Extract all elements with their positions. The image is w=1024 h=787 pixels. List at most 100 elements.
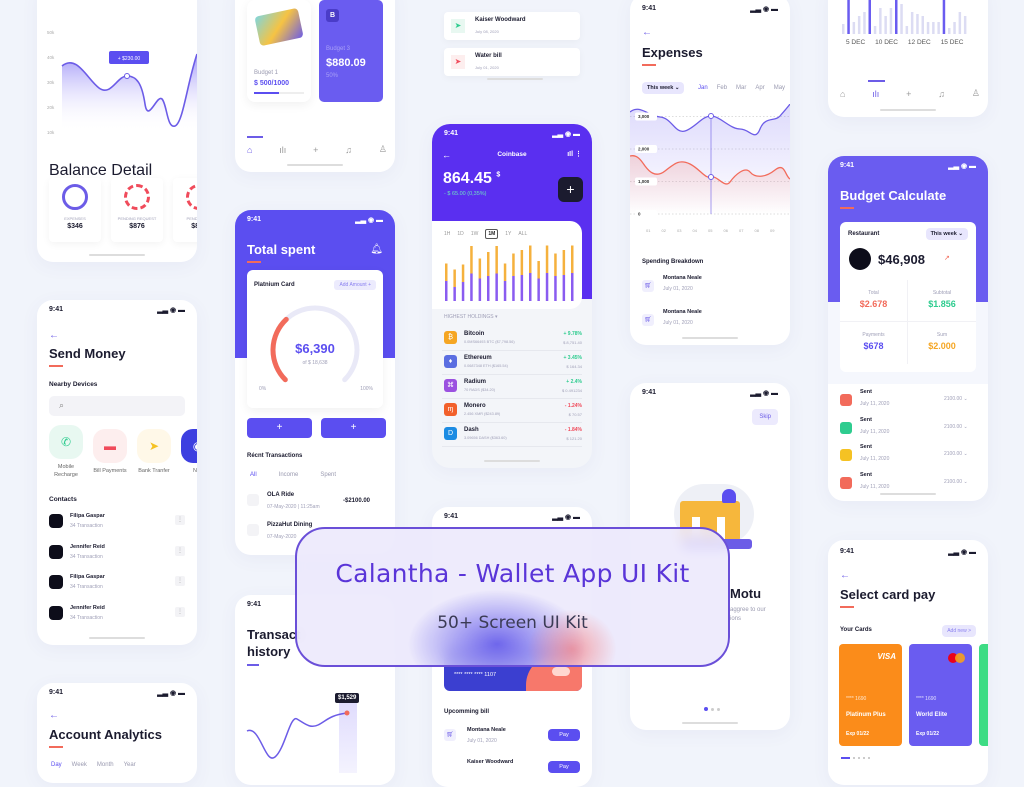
expenses-screen: 9:41 ▂▃ ◉ ▬ ← Expenses This week ⌄ Jan Feb… bbox=[630, 0, 790, 345]
cursor-point[interactable] bbox=[708, 113, 714, 119]
back-arrow-icon[interactable]: ← bbox=[642, 27, 652, 38]
budget-1-card[interactable]: Budget 1 $ 500/1000 bbox=[247, 0, 311, 102]
bill-row[interactable]: ➤ Water bill July 01, 2020 bbox=[444, 48, 580, 76]
more-icon[interactable]: ⋮ bbox=[175, 545, 185, 556]
month-tab[interactable]: May bbox=[774, 85, 785, 91]
tab-spent[interactable]: Spent bbox=[320, 472, 336, 478]
selected-point[interactable] bbox=[124, 73, 130, 79]
sent-icon bbox=[840, 421, 852, 434]
tab-week[interactable]: Week bbox=[72, 762, 87, 768]
holding-row[interactable]: ♦ Ethereum 0.0687348 ETH ($165.54) + 3.45% $… bbox=[442, 351, 582, 375]
add-new-card-button[interactable]: Add new > bbox=[942, 625, 976, 637]
month-tab[interactable]: Mar bbox=[736, 85, 746, 91]
add-amount-button[interactable]: Add Amount + bbox=[334, 280, 376, 290]
range-1h[interactable]: 1H bbox=[444, 231, 450, 237]
nearby-devices-label: Nearby Devices bbox=[49, 381, 98, 388]
range-1w[interactable]: 1W bbox=[471, 231, 479, 237]
back-arrow-icon[interactable]: ← bbox=[840, 570, 850, 581]
month-tab[interactable]: Apr bbox=[755, 85, 764, 91]
more-icon[interactable]: ⋮ bbox=[575, 151, 582, 158]
payment-card[interactable]: **** 1690 World Elite Exp 01/22 bbox=[909, 644, 972, 746]
breakdown-row[interactable]: 🛒︎ Montana Neale July 01, 2020 bbox=[642, 274, 778, 308]
tab-all[interactable]: All bbox=[250, 472, 257, 478]
add-button[interactable]: + bbox=[247, 418, 312, 438]
contact-row[interactable]: Filipa Gaspar 34 Transaction ⋮ bbox=[49, 512, 185, 543]
pay-button[interactable]: Pay bbox=[548, 761, 580, 773]
contact-row[interactable]: Filipa Gaspar 34 Transaction ⋮ bbox=[49, 573, 185, 604]
chart-icon[interactable]: ıIl bbox=[567, 151, 573, 158]
day-bar bbox=[953, 22, 956, 34]
status-time: 9:41 bbox=[444, 513, 459, 520]
profile-nav-icon[interactable]: ♙ bbox=[379, 144, 387, 155]
tab-day[interactable]: Day bbox=[51, 762, 62, 768]
bill-row[interactable]: ➤ Kaiser Woodward July 08, 2020 bbox=[444, 12, 580, 40]
sent-row[interactable]: Sent July 11, 2020 2100.00 ⌄ bbox=[840, 416, 980, 444]
back-arrow-icon[interactable]: ← bbox=[49, 330, 59, 341]
day-bar bbox=[910, 12, 914, 34]
balance-card[interactable]: EXPENSES $346 bbox=[49, 178, 101, 242]
more-icon[interactable]: ⋮ bbox=[175, 606, 185, 617]
back-arrow-icon[interactable]: ← bbox=[49, 710, 59, 721]
card-name: Platinum Plus bbox=[846, 712, 886, 718]
profile-nav-icon[interactable]: ♙ bbox=[972, 88, 980, 99]
skip-button[interactable]: Skip bbox=[752, 409, 778, 425]
day-bar bbox=[900, 4, 903, 34]
payment-card[interactable] bbox=[979, 644, 988, 746]
balance-card[interactable]: PENDING RE $876 bbox=[173, 178, 197, 242]
month-tab[interactable]: Feb bbox=[717, 85, 727, 91]
tab-income[interactable]: Income bbox=[279, 472, 299, 478]
range-1m[interactable]: 1M bbox=[485, 229, 499, 239]
bell-nav-icon[interactable]: ♫ bbox=[345, 145, 352, 155]
range-1y[interactable]: 1Y bbox=[505, 231, 511, 237]
more-icon[interactable]: ⋮ bbox=[175, 515, 185, 525]
add-nav-icon[interactable]: + bbox=[906, 89, 911, 99]
search-input[interactable]: ⌕ bbox=[49, 396, 185, 416]
period-dropdown[interactable]: This week ⌄ bbox=[642, 82, 685, 94]
cursor-point[interactable] bbox=[708, 174, 714, 180]
period-dropdown[interactable]: This week ⌄ bbox=[925, 228, 968, 240]
bell-nav-icon[interactable]: ♫ bbox=[938, 89, 945, 99]
action-nearby[interactable]: ◉ Nea bbox=[181, 429, 197, 475]
your-cards-label: Your Cards bbox=[840, 627, 872, 633]
holding-name: Monero bbox=[464, 403, 486, 409]
month-tab[interactable]: Jan bbox=[698, 85, 708, 91]
contact-row[interactable]: Jennifer Reid 34 Transaction ⋮ bbox=[49, 543, 185, 574]
bell-icon[interactable]: 🔔︎ bbox=[370, 244, 383, 255]
bar-upper bbox=[520, 250, 524, 275]
add-nav-icon[interactable]: + bbox=[313, 145, 318, 155]
action-phone[interactable]: ✆ Mobile Recharge bbox=[49, 425, 83, 479]
balance-card[interactable]: PENDING REQUEST $876 bbox=[111, 178, 163, 242]
range-all[interactable]: ALL bbox=[518, 231, 527, 237]
holdings-title[interactable]: HIGHEST HOLDINGS ▾ bbox=[444, 314, 498, 320]
holding-row[interactable]: ⌘ Radium 70 RADS ($34.20) + 2.4% $ 0.491234 bbox=[442, 375, 582, 399]
stats-nav-icon[interactable]: ılı bbox=[872, 89, 879, 99]
tab-year[interactable]: Year bbox=[124, 762, 136, 768]
budget-label: Budget 3 bbox=[326, 46, 351, 52]
bill-name: Montana Neale bbox=[467, 727, 506, 733]
budget-value: $ 500/1000 bbox=[254, 80, 290, 87]
holding-row[interactable]: ₿ Bitcoin 0.0MS66493 BTC ($7,798.56) + 9.78… bbox=[442, 327, 582, 351]
pay-button[interactable]: Pay bbox=[548, 729, 580, 741]
budget-percent: 50% bbox=[326, 73, 339, 79]
budget-3-card[interactable]: B Budget 3 $880.09 50% bbox=[319, 0, 383, 102]
action-bill[interactable]: ▬ Bill Payments bbox=[93, 429, 127, 475]
more-icon[interactable]: ⋮ bbox=[175, 576, 185, 586]
contact-row[interactable]: Jennifer Reid 34 Transaction ⋮ bbox=[49, 604, 185, 635]
holding-row[interactable]: D Dash 3.09656 DASH ($363.60) - 1.84% $ 121.… bbox=[442, 423, 582, 447]
page-dots[interactable] bbox=[704, 707, 720, 711]
add-button[interactable]: + bbox=[558, 177, 583, 202]
card-dots[interactable] bbox=[841, 757, 870, 759]
sent-row[interactable]: Sent July 11, 2020 2100.00 ⌄ bbox=[840, 443, 980, 471]
range-1d[interactable]: 1D bbox=[457, 231, 463, 237]
action-send[interactable]: ➤ Bank Tranfer bbox=[137, 429, 171, 475]
select-card-screen: 9:41 ▂▃ ◉ ▬ ← Select card pay Your Cards … bbox=[828, 540, 988, 785]
stats-nav-icon[interactable]: ılı bbox=[279, 145, 286, 155]
holding-row[interactable]: ɱ Monero 2.456 XMR ($243.89) - 1.24% $ 70.57 bbox=[442, 399, 582, 423]
progress-ring-icon bbox=[62, 184, 88, 210]
tab-month[interactable]: Month bbox=[97, 762, 114, 768]
add-button[interactable]: + bbox=[321, 418, 386, 438]
home-nav-icon[interactable]: ⌂ bbox=[840, 89, 845, 99]
sent-row[interactable]: Sent July 11, 2020 2100.00 ⌄ bbox=[840, 388, 980, 416]
home-nav-icon[interactable]: ⌂ bbox=[247, 145, 252, 155]
payment-card[interactable]: VISA **** 1690 Platinum Plus Exp 01/22 bbox=[839, 644, 902, 746]
